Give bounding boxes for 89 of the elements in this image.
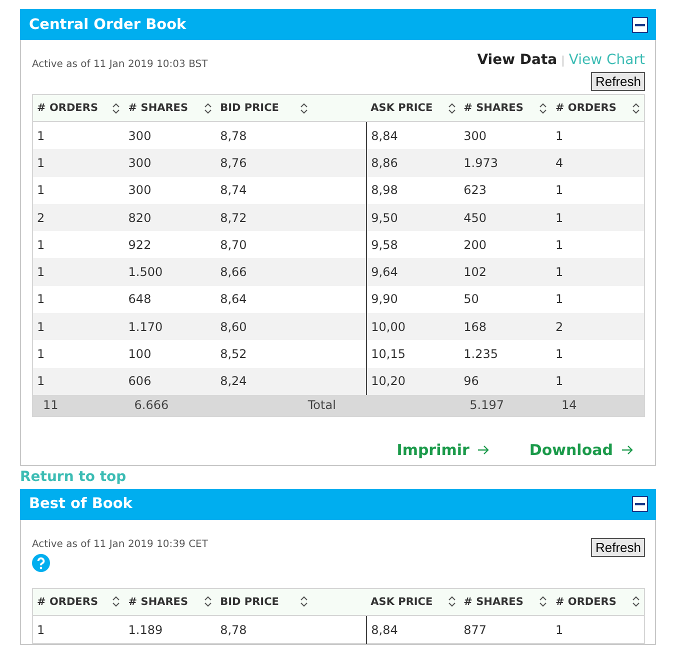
table-cell: 50: [460, 286, 552, 314]
table-cell: 877: [460, 615, 552, 644]
refresh-button[interactable]: Refresh: [591, 538, 645, 557]
table-cell: 1.973: [460, 149, 552, 177]
refresh-button[interactable]: Refresh: [591, 72, 645, 91]
table-cell: 300: [124, 176, 216, 204]
table-cell: 1.500: [124, 258, 216, 286]
table-cell: 1: [32, 286, 124, 314]
table-cell: 102: [460, 258, 552, 286]
table-cell: 8,84: [366, 615, 460, 644]
table-cell-text: 1.235: [462, 346, 500, 364]
table-cell: 4: [551, 149, 644, 177]
table-cell: 300: [124, 122, 216, 150]
sort-icon[interactable]: [112, 102, 120, 114]
table-cell: 168: [460, 313, 552, 340]
sort-icon[interactable]: [204, 596, 212, 608]
table-cell: 8,24: [216, 368, 367, 395]
sort-icon[interactable]: [632, 596, 640, 608]
table-cell: 1: [551, 204, 644, 232]
table-cell: 1: [32, 122, 124, 150]
table-cell: 1: [551, 122, 644, 150]
table-cell: 8,70: [216, 231, 367, 258]
table-cell: 8,60: [216, 313, 367, 340]
table-cell: 1.189: [124, 615, 216, 644]
table-cell: 2: [32, 204, 124, 232]
table-cell: 1: [551, 176, 644, 204]
table-cell: 1: [32, 231, 124, 258]
table-cell: 2: [551, 313, 644, 340]
table-cell-text: 100: [127, 346, 152, 364]
table-cell: 200: [460, 231, 552, 258]
panel-title: Central Order Book: [29, 16, 186, 32]
total-cell: 5.197: [460, 394, 552, 416]
sort-icon[interactable]: [300, 102, 308, 114]
table-cell: 8,78: [216, 615, 367, 644]
table-cell: 8,64: [216, 286, 367, 314]
table-cell: 1: [32, 258, 124, 286]
sort-icon[interactable]: [539, 596, 548, 608]
table-cell: 1: [551, 340, 644, 368]
sort-icon[interactable]: [448, 102, 456, 114]
table-cell: 1: [551, 286, 644, 314]
arrow-icon: [477, 444, 490, 456]
table-cell: 1: [551, 615, 644, 644]
column-header[interactable]: BID PRICE: [220, 102, 279, 114]
total-label: Total: [308, 394, 460, 416]
timestamp-text: Active as of 11 Jan 2019 10:39 CET: [32, 538, 208, 550]
timestamp-text: Active as of 11 Jan 2019 10:03 BST: [32, 59, 208, 70]
collapse-icon[interactable]: [632, 496, 648, 512]
sort-icon[interactable]: [300, 596, 308, 608]
table-cell: 8,72: [216, 204, 367, 232]
table-cell: 648: [124, 286, 216, 314]
table-cell: 1: [551, 258, 644, 286]
table-cell: 1: [32, 176, 124, 204]
table-cell: 1: [551, 368, 644, 395]
table-cell: 1: [32, 149, 124, 177]
table-cell: 300: [460, 122, 552, 150]
table-cell: 1: [32, 615, 124, 644]
view-link[interactable]: View Data: [477, 52, 558, 68]
table-cell: 1: [551, 231, 644, 258]
total-cell: 6.666: [124, 394, 216, 416]
table-cell: 8,66: [216, 258, 367, 286]
sort-icon[interactable]: [448, 596, 456, 608]
total-cell: 14: [551, 394, 644, 416]
table-cell: 623: [460, 176, 552, 204]
action-link[interactable]: Download: [529, 440, 633, 459]
table-cell: 1: [32, 313, 124, 340]
table-cell: 1: [32, 368, 124, 395]
table-cell: 8,76: [216, 149, 367, 177]
sort-icon[interactable]: [632, 102, 640, 114]
total-cell: 11: [32, 394, 124, 416]
table-cell: 606: [124, 368, 216, 395]
table-cell: 96: [460, 368, 552, 395]
table-cell: 922: [124, 231, 216, 258]
column-header[interactable]: BID PRICE: [220, 596, 279, 608]
table-cell: 450: [460, 204, 552, 232]
table-cell: 300: [124, 149, 216, 177]
sort-icon[interactable]: [112, 596, 120, 608]
table-cell: 8,52: [216, 340, 367, 368]
panel-title: Best of Book: [29, 496, 132, 512]
separator: |: [561, 54, 565, 66]
table-cell: 8,74: [216, 176, 367, 204]
table-cell: 1.170: [124, 313, 216, 340]
arrow-icon: [621, 444, 633, 456]
table-cell: 820: [124, 204, 216, 232]
sort-icon[interactable]: [539, 102, 548, 114]
action-link[interactable]: Imprimir: [396, 440, 490, 459]
table-cell: 8,78: [216, 122, 367, 150]
collapse-icon[interactable]: [632, 16, 648, 32]
table-cell: 1: [32, 340, 124, 368]
sort-icon[interactable]: [204, 102, 212, 114]
